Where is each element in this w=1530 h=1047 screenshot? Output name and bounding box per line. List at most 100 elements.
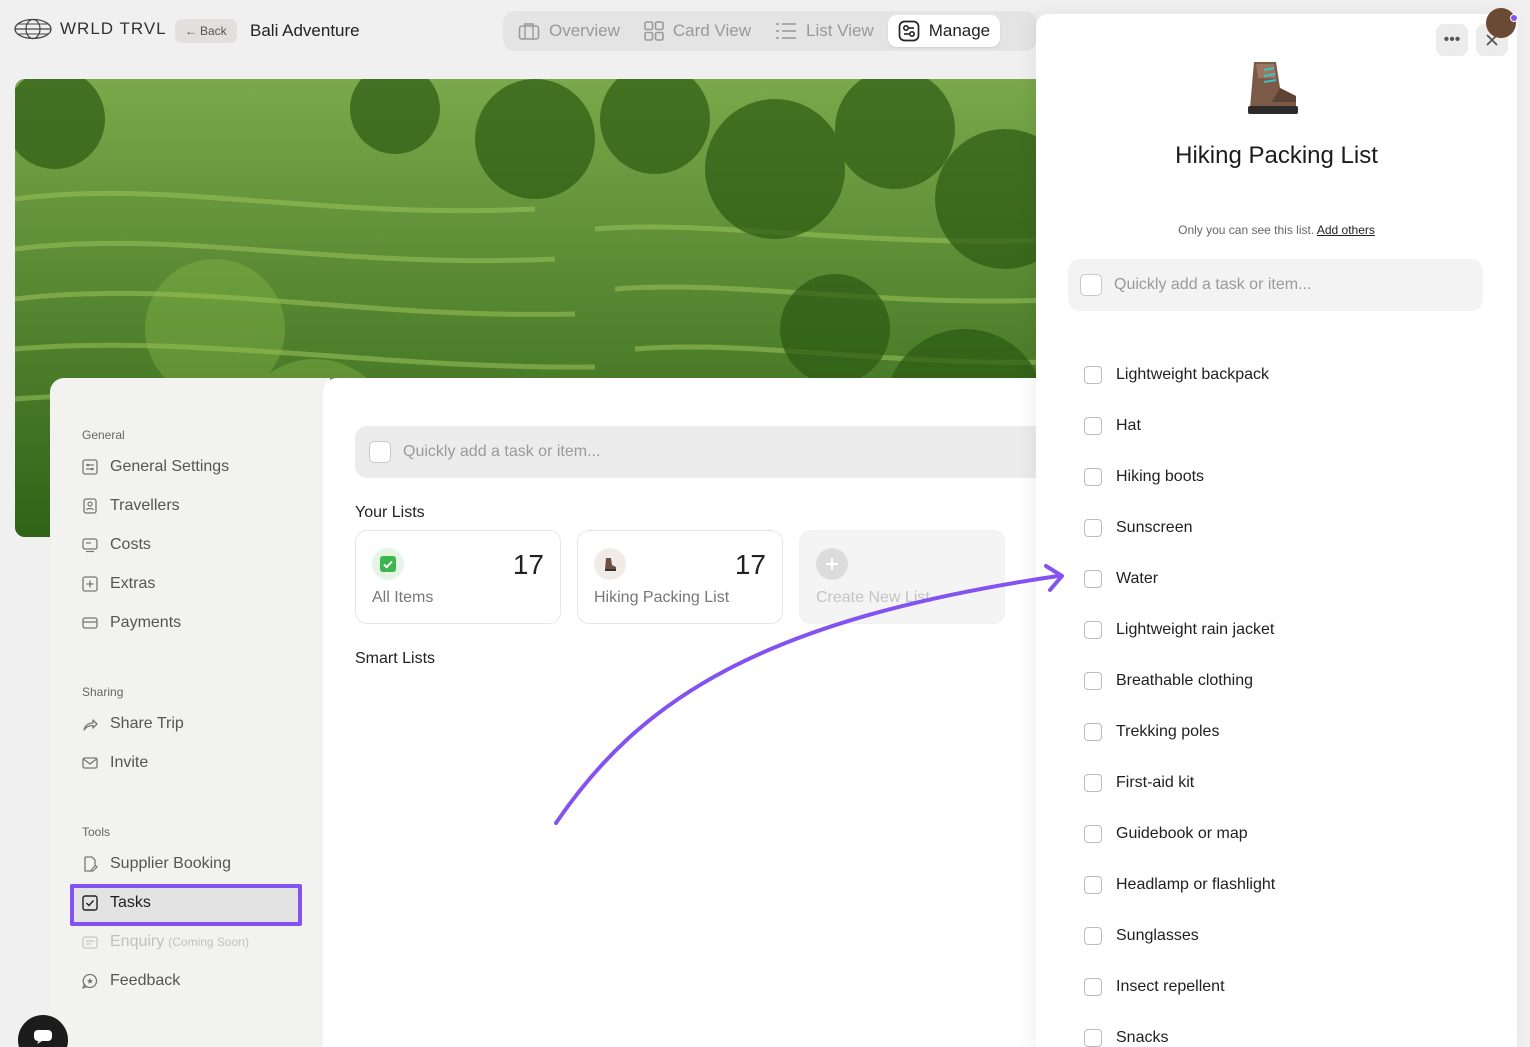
back-label: Back <box>200 24 227 38</box>
task-item[interactable]: Headlamp or flashlight <box>1084 859 1275 910</box>
sidebar-item-invite[interactable]: Invite <box>82 754 148 772</box>
card-icon <box>82 617 98 629</box>
more-icon: ••• <box>1443 31 1461 48</box>
task-item[interactable]: Hiking boots <box>1084 451 1275 502</box>
tab-label: List View <box>805 21 874 40</box>
logo[interactable]: WRLD TRVL <box>14 18 167 40</box>
sidebar-item-share-trip[interactable]: Share Trip <box>82 715 184 733</box>
task-label: Water <box>1116 569 1159 587</box>
task-checkbox[interactable] <box>1084 977 1102 996</box>
task-checkbox[interactable] <box>1084 773 1102 792</box>
task-item[interactable]: Guidebook or map <box>1084 808 1275 859</box>
view-tabs: Overview Card View List View Manage <box>503 11 1037 51</box>
task-checkbox[interactable] <box>1084 416 1102 435</box>
sidebar-item-label: Extras <box>110 575 156 592</box>
sidebar-item-label: General Settings <box>110 458 230 475</box>
task-checkbox[interactable] <box>1084 365 1102 384</box>
sidebar-item-extras[interactable]: Extras <box>82 575 155 593</box>
trip-title: Bali Adventure <box>250 21 360 40</box>
sidebar-item-travellers[interactable]: Travellers <box>82 497 180 515</box>
share-icon <box>83 719 98 731</box>
task-label: Insect repellent <box>1116 977 1225 995</box>
task-item[interactable]: Lightweight backpack <box>1084 349 1275 400</box>
task-checkbox[interactable] <box>1084 467 1102 486</box>
add-others-link[interactable]: Add others <box>1317 223 1375 237</box>
task-item[interactable]: First-aid kit <box>1084 757 1275 808</box>
task-item[interactable]: Sunscreen <box>1084 502 1275 553</box>
task-checkbox[interactable] <box>1084 722 1102 741</box>
feedback-icon <box>82 973 98 989</box>
tab-manage[interactable]: Manage <box>887 15 1001 47</box>
avatar[interactable] <box>1486 8 1516 38</box>
sidebar-item-tasks[interactable]: Tasks <box>82 894 151 912</box>
task-item[interactable]: Water <box>1084 553 1275 604</box>
tasks-main-panel: Quickly add a task or item... Your Lists… <box>323 378 1055 1047</box>
task-label: Sunscreen <box>1116 518 1193 536</box>
task-label: Snacks <box>1116 1028 1169 1046</box>
sidebar-item-enquiry: Enquiry (Coming Soon) <box>82 933 249 951</box>
task-checkbox[interactable] <box>1084 875 1102 894</box>
task-checkbox[interactable] <box>1084 1028 1102 1047</box>
back-button[interactable]: ← Back <box>175 19 237 43</box>
manage-icon <box>898 20 920 42</box>
task-checkbox[interactable] <box>1084 518 1102 537</box>
tab-label: Overview <box>549 21 620 40</box>
task-checkbox[interactable] <box>1084 620 1102 639</box>
task-item[interactable]: Sunglasses <box>1084 910 1275 961</box>
task-item[interactable]: Breathable clothing <box>1084 655 1275 706</box>
task-item[interactable]: Trekking poles <box>1084 706 1275 757</box>
list-name: Hiking Packing List <box>594 589 730 606</box>
plus-icon <box>816 548 848 580</box>
task-label: Trekking poles <box>1116 722 1220 740</box>
hiking-boot-icon <box>1248 62 1298 114</box>
quick-add-checkbox <box>1080 274 1102 296</box>
panel-quick-add-input[interactable]: Quickly add a task or item... <box>1068 259 1483 311</box>
sidebar-item-general-settings[interactable]: General Settings <box>82 458 229 476</box>
tab-label: Card View <box>672 21 751 40</box>
sidebar-item-supplier-booking[interactable]: Supplier Booking <box>82 855 231 873</box>
briefcase-icon <box>518 23 540 40</box>
tab-card-view[interactable]: Card View <box>634 15 761 47</box>
checkbox-icon <box>82 895 98 911</box>
task-label: Breathable clothing <box>1116 671 1253 689</box>
sidebar-item-label: Share Trip <box>110 715 184 732</box>
quick-add-input[interactable]: Quickly add a task or item... <box>355 426 1055 478</box>
list-card-all-items[interactable]: 17 All Items <box>355 530 561 624</box>
tab-list-view[interactable]: List View <box>765 15 884 47</box>
task-label: Hiking boots <box>1116 467 1205 485</box>
task-item[interactable]: Hat <box>1084 400 1275 451</box>
settings-sidebar: General General Settings Travellers Cost… <box>50 378 330 1047</box>
task-label: Guidebook or map <box>1116 824 1248 842</box>
sidebar-item-payments[interactable]: Payments <box>82 614 181 632</box>
task-checkbox[interactable] <box>1084 824 1102 843</box>
task-checkbox[interactable] <box>1084 671 1102 690</box>
globe-icon <box>14 18 52 40</box>
task-item[interactable]: Snacks <box>1084 1012 1275 1047</box>
section-title-tools: Tools <box>82 825 111 839</box>
more-options-button[interactable]: ••• <box>1436 24 1468 56</box>
sidebar-item-feedback[interactable]: Feedback <box>82 972 180 990</box>
receipt-icon <box>82 538 98 553</box>
sidebar-item-label: Payments <box>110 614 182 631</box>
task-label: Sunglasses <box>1116 926 1199 944</box>
quick-add-placeholder: Quickly add a task or item... <box>1114 276 1312 293</box>
add-box-icon <box>82 576 98 592</box>
your-lists-heading: Your Lists <box>355 504 425 521</box>
task-item[interactable]: Lightweight rain jacket <box>1084 604 1275 655</box>
list-count: 17 <box>512 549 544 580</box>
create-new-list-button[interactable]: Create New List <box>799 530 1005 624</box>
task-checkbox[interactable] <box>1084 569 1102 588</box>
list-name: All Items <box>372 589 434 606</box>
smart-lists-heading: Smart Lists <box>355 650 436 667</box>
logo-text: WRLD TRVL <box>60 19 167 38</box>
task-checkbox[interactable] <box>1084 926 1102 945</box>
chat-icon <box>34 1030 52 1044</box>
sidebar-item-costs[interactable]: Costs <box>82 536 151 554</box>
mail-icon <box>82 757 98 769</box>
list-icon <box>775 23 796 39</box>
tab-overview[interactable]: Overview <box>508 15 630 47</box>
list-card-hiking-packing[interactable]: 17 Hiking Packing List <box>577 530 783 624</box>
create-new-list-label: Create New List <box>816 589 930 606</box>
task-item[interactable]: Insect repellent <box>1084 961 1275 1012</box>
settings-icon <box>82 459 98 475</box>
